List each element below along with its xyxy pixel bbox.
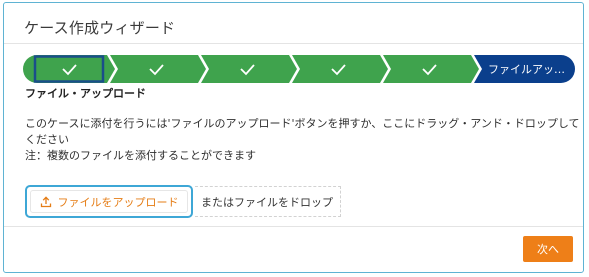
upload-button-focus-ring: ファイルをアップロード [25, 185, 193, 218]
step-5[interactable] [383, 55, 479, 83]
instructions-line-1: このケースに添付を行うには'ファイルのアップロード'ボタンを押すか、ここにドラッ… [25, 117, 580, 130]
wizard-dialog: ケース作成ウィザード ファイルアッ… ファイル・アップロード このケースに添付を… [3, 2, 584, 273]
next-button[interactable]: 次へ [523, 236, 573, 262]
header-divider [4, 43, 583, 44]
dialog-title: ケース作成ウィザード [24, 19, 176, 37]
stepper-graphic: ファイルアッ… [23, 55, 575, 83]
step-1[interactable] [23, 55, 115, 83]
step-2[interactable] [110, 55, 206, 83]
drop-zone-text: またはファイルをドロップ [201, 195, 333, 209]
step-3[interactable] [201, 55, 297, 83]
instructions-line-2: ください [25, 133, 69, 146]
instructions: このケースに添付を行うには'ファイルのアップロード'ボタンを押すか、ここにドラッ… [25, 116, 580, 164]
footer-divider [4, 226, 583, 227]
current-step-text: ファイルアッ… [488, 63, 565, 76]
step-4[interactable] [292, 55, 388, 83]
instructions-note: 注：複数のファイルを添付することができます [25, 149, 256, 162]
file-drop-zone[interactable]: またはファイルをドロップ [195, 186, 341, 217]
step-6-current[interactable]: ファイルアッ… [474, 55, 575, 83]
wizard-stepper: ファイルアッ… [23, 55, 575, 83]
upload-file-button[interactable]: ファイルをアップロード [30, 190, 188, 213]
current-step-label: ファイル・アップロード [25, 87, 146, 100]
upload-icon [40, 195, 52, 208]
upload-file-button-label: ファイルをアップロード [57, 195, 179, 209]
